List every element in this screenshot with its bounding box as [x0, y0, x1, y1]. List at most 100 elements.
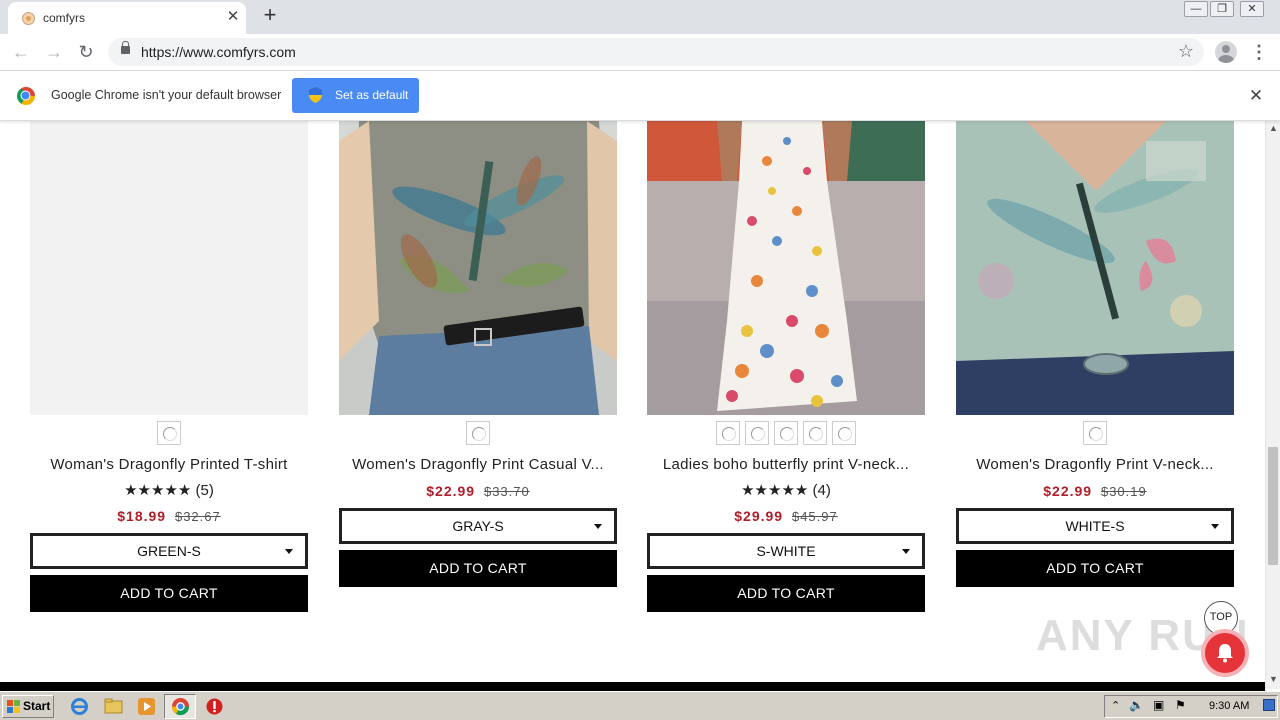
variant-select[interactable]: GREEN-S: [30, 533, 308, 569]
sale-price: $18.99: [117, 508, 167, 524]
dragonfly-tshirt-photo: [339, 121, 617, 415]
price-row: $29.99 $45.97: [647, 508, 925, 524]
swatch-loading[interactable]: [803, 421, 827, 445]
site-favicon-icon: [22, 12, 35, 25]
bookmark-star-icon[interactable]: ☆: [1178, 41, 1194, 62]
url-text[interactable]: https://www.comfyrs.com: [141, 44, 296, 60]
close-infobar-icon[interactable]: ✕: [1246, 86, 1266, 106]
bell-icon: [1217, 644, 1233, 663]
add-to-cart-button[interactable]: ADD TO CART: [339, 550, 617, 587]
page-footer-bar: [0, 682, 1265, 691]
add-to-cart-button[interactable]: ADD TO CART: [30, 575, 308, 612]
scroll-down-arrow-icon[interactable]: ▼: [1269, 674, 1278, 684]
variant-select-value: S-WHITE: [756, 543, 816, 559]
security-alert-icon[interactable]: [205, 697, 224, 716]
price-row: $22.99 $30.19: [956, 483, 1234, 499]
scroll-up-arrow-icon[interactable]: ▲: [1269, 123, 1278, 133]
butterfly-dress-photo: [647, 121, 925, 415]
set-as-default-button[interactable]: Set as default: [292, 78, 419, 113]
start-label: Start: [23, 699, 51, 713]
page-scrollbar[interactable]: ▲ ▼: [1265, 121, 1280, 689]
tab-strip: comfyrs ✕ + — ❐ ✕: [0, 0, 1280, 34]
review-count: (5): [195, 482, 214, 499]
reload-icon[interactable]: ↻: [75, 41, 97, 63]
lock-icon[interactable]: [121, 41, 130, 54]
variant-select-value: WHITE-S: [1065, 518, 1125, 534]
swatch-loading[interactable]: [745, 421, 769, 445]
sale-price: $22.99: [426, 483, 476, 499]
chrome-menu-icon[interactable]: ⋮: [1250, 41, 1268, 63]
swatch-loading[interactable]: [832, 421, 856, 445]
swatch-loading[interactable]: [157, 421, 181, 445]
product-image-placeholder[interactable]: [30, 121, 308, 415]
product-rating: ★★★★★ (4): [647, 481, 925, 499]
back-arrow-icon[interactable]: ←: [10, 41, 32, 63]
original-price: $30.19: [1100, 484, 1147, 499]
address-bar[interactable]: https://www.comfyrs.com ☆: [108, 38, 1204, 66]
product-name[interactable]: Women's Dragonfly Print V-neck...: [956, 456, 1234, 473]
product-name[interactable]: Women's Dragonfly Print Casual V...: [339, 456, 617, 473]
swatch-loading[interactable]: [774, 421, 798, 445]
action-center-flag-icon[interactable]: ⚑: [1175, 698, 1186, 712]
chevron-down-icon: [594, 524, 602, 529]
product-grid: Woman's Dragonfly Printed T-shirt ★★★★★ …: [0, 121, 1265, 682]
forward-arrow-icon[interactable]: →: [43, 41, 65, 63]
color-swatches: [30, 421, 308, 445]
chevron-down-icon: [902, 549, 910, 554]
chevron-down-icon: [285, 549, 293, 554]
scrollbar-thumb[interactable]: [1268, 447, 1278, 565]
minimize-window-icon[interactable]: —: [1184, 1, 1208, 17]
notification-bell-button[interactable]: [1201, 629, 1249, 677]
close-window-icon[interactable]: ✕: [1240, 1, 1264, 17]
start-button[interactable]: Start: [2, 695, 54, 718]
volume-icon[interactable]: 🔈: [1129, 698, 1144, 712]
variant-select-value: GREEN-S: [137, 543, 201, 559]
swatch-loading[interactable]: [466, 421, 490, 445]
file-explorer-icon[interactable]: [104, 697, 123, 716]
close-tab-icon[interactable]: ✕: [224, 8, 242, 26]
rating-stars: ★★★★★: [124, 482, 192, 499]
add-to-cart-button[interactable]: ADD TO CART: [647, 575, 925, 612]
taskbar-clock[interactable]: 9:30 AM: [1209, 700, 1249, 712]
swatch-loading[interactable]: [716, 421, 740, 445]
show-desktop-icon[interactable]: [1263, 699, 1275, 711]
original-price: $45.97: [791, 509, 838, 524]
product-rating: ★★★★★ (5): [30, 481, 308, 499]
browser-tab[interactable]: comfyrs ✕: [8, 2, 246, 34]
set-as-default-label: Set as default: [335, 88, 409, 102]
chrome-taskbar-icon: [171, 698, 190, 716]
sale-price: $29.99: [734, 508, 784, 524]
sale-price: $22.99: [1043, 483, 1093, 499]
infobar-message: Google Chrome isn't your default browser: [51, 88, 282, 102]
product-image[interactable]: [339, 121, 617, 415]
price-row: $22.99 $33.70: [339, 483, 617, 499]
variant-select[interactable]: WHITE-S: [956, 508, 1234, 544]
original-price: $33.70: [483, 484, 530, 499]
color-swatches: [647, 421, 925, 445]
product-name[interactable]: Ladies boho butterfly print V-neck...: [647, 456, 925, 473]
product-image[interactable]: [647, 121, 925, 415]
price-row: $18.99 $32.67: [30, 508, 308, 524]
default-browser-infobar: Google Chrome isn't your default browser…: [0, 71, 1280, 121]
color-swatches: [956, 421, 1234, 445]
media-player-icon[interactable]: [137, 697, 156, 716]
tray-expand-icon[interactable]: ⌃: [1111, 699, 1120, 712]
network-icon[interactable]: ▣: [1153, 698, 1164, 712]
color-swatches: [339, 421, 617, 445]
restore-window-icon[interactable]: ❐: [1210, 1, 1234, 17]
product-name[interactable]: Woman's Dragonfly Printed T-shirt: [30, 456, 308, 473]
internet-explorer-icon[interactable]: [70, 697, 89, 716]
windows-taskbar: Start ⌃ 🔈 ▣ ⚑ 9:30 AM: [0, 691, 1280, 720]
system-tray: ⌃ 🔈 ▣ ⚑ 9:30 AM: [1104, 695, 1278, 718]
new-tab-button[interactable]: +: [258, 4, 282, 28]
chevron-down-icon: [1211, 524, 1219, 529]
variant-select-value: GRAY-S: [452, 518, 504, 534]
variant-select[interactable]: S-WHITE: [647, 533, 925, 569]
profile-avatar-icon[interactable]: [1215, 41, 1237, 63]
uac-shield-icon: [309, 87, 322, 103]
chrome-taskbar-button[interactable]: [164, 694, 196, 719]
swatch-loading[interactable]: [1083, 421, 1107, 445]
add-to-cart-button[interactable]: ADD TO CART: [956, 550, 1234, 587]
variant-select[interactable]: GRAY-S: [339, 508, 617, 544]
product-image[interactable]: [956, 121, 1234, 415]
